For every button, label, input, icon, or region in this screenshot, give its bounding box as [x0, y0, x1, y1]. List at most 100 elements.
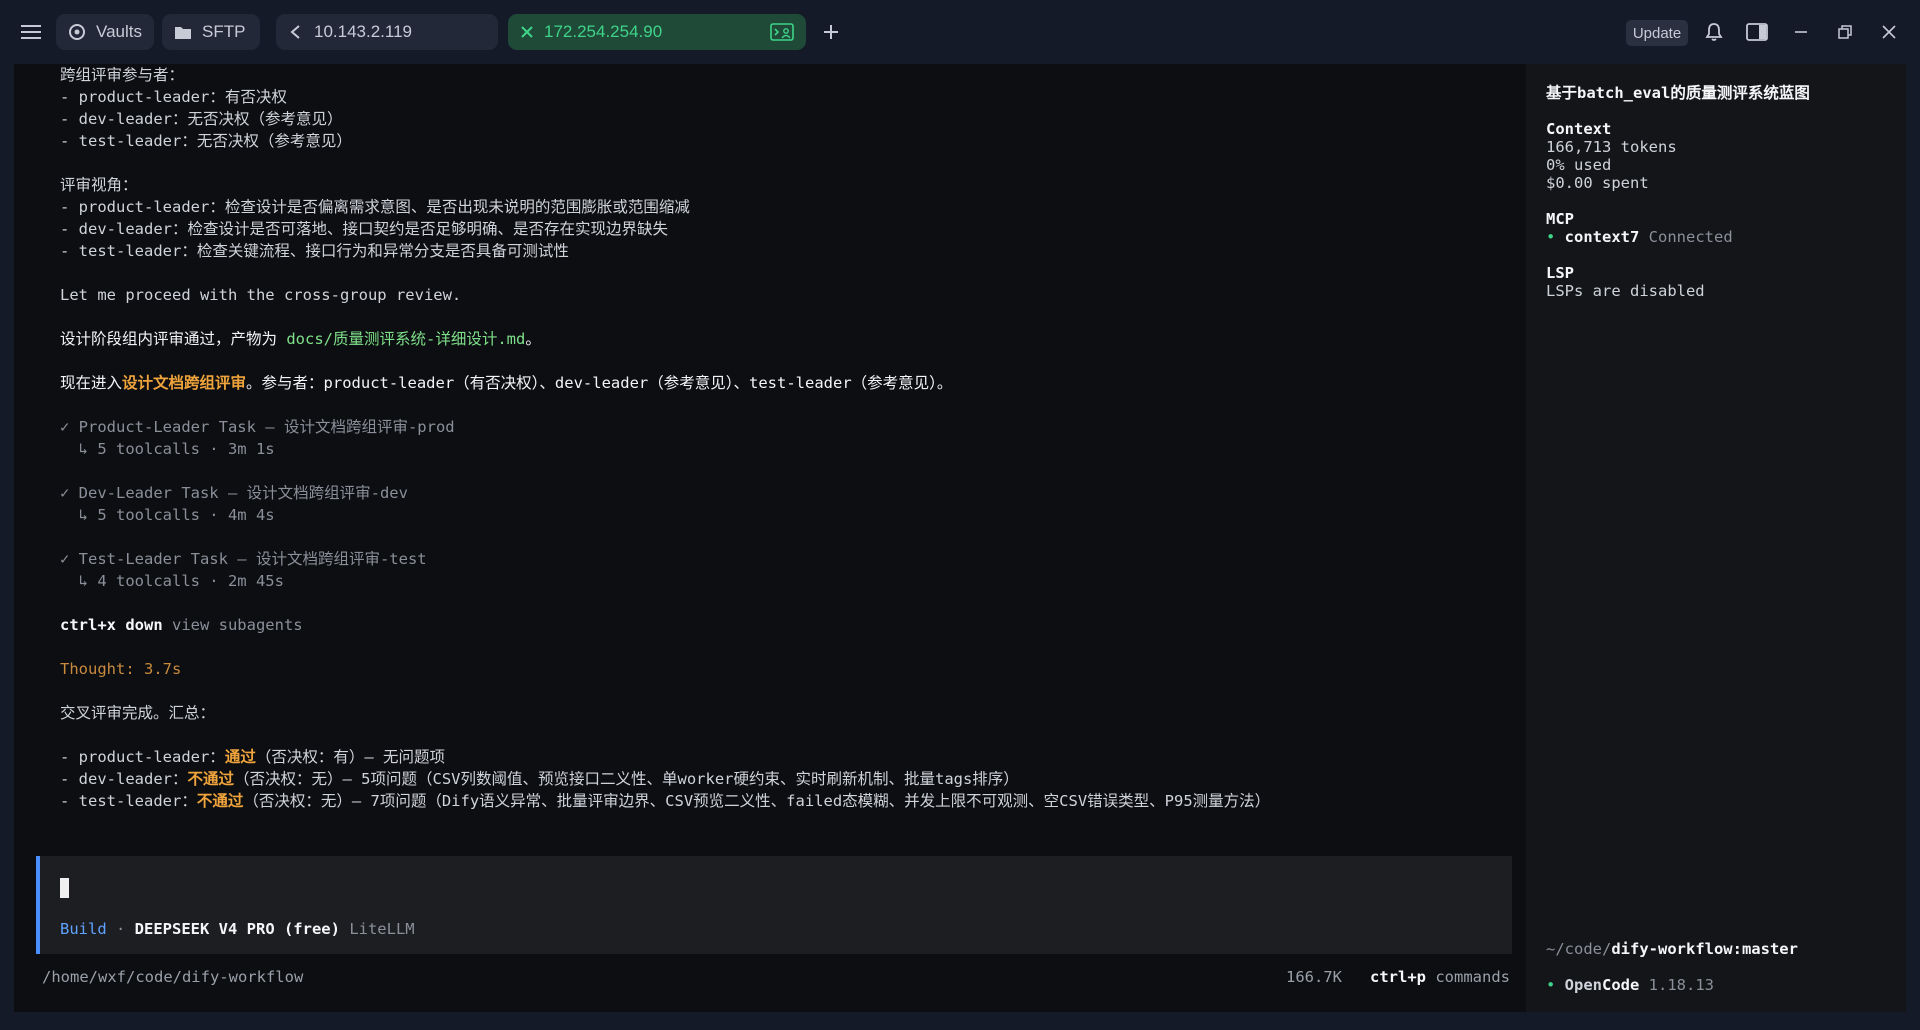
- working-directory: /home/wxf/code/dify-workflow: [42, 968, 304, 986]
- reviewer-role: - dev-leader: [60, 110, 172, 128]
- reviewer-desc: ：无否决权（参考意见）: [181, 132, 352, 150]
- update-button[interactable]: Update: [1626, 20, 1688, 46]
- result-detail: （否决权：无）— 5项问题（CSV列数阈值、预览接口二义性、单worker硬约束…: [234, 770, 1019, 788]
- tab-host-2[interactable]: 172.254.254.90: [508, 14, 806, 50]
- text-cursor: [60, 878, 69, 898]
- shortcut-key: ctrl+x down: [60, 616, 163, 634]
- tab-host-2-label: 172.254.254.90: [544, 22, 663, 41]
- close-window-icon[interactable]: [1877, 20, 1901, 44]
- tab-vaults-label: Vaults: [96, 22, 142, 41]
- separator: ·: [106, 920, 135, 938]
- top-bar: Vaults SFTP 10.143.2.119 172.254.254.90 …: [0, 0, 1920, 64]
- reviewer-line: - test-leader：无否决权（参考意见）: [60, 130, 352, 152]
- menu-icon[interactable]: [18, 20, 44, 44]
- repo-branch: dify-workflow:master: [1611, 940, 1798, 958]
- agent-mode[interactable]: Build: [60, 920, 107, 938]
- reviewer-line: - product-leader：有否决权: [60, 86, 287, 108]
- session-sidebar: 基于batch_eval的质量测评系统蓝图 Context 166,713 to…: [1526, 64, 1906, 1012]
- terminal-user-icon: [770, 23, 794, 46]
- version-number: 1.18.13: [1639, 976, 1714, 994]
- tab-sftp[interactable]: SFTP: [162, 14, 260, 50]
- provider-name: LiteLLM: [339, 920, 415, 938]
- passed-prefix: 设计阶段组内评审通过，产物为: [60, 330, 287, 348]
- minimize-icon[interactable]: [1789, 20, 1813, 44]
- folder-icon: [174, 25, 192, 40]
- reviewer-role: - test-leader: [60, 132, 182, 150]
- result-verdict: 通过: [224, 748, 256, 766]
- shortcut-desc: view subagents: [162, 616, 303, 634]
- task-detail: ↳ 4 toolcalls · 2m 45s: [60, 572, 284, 590]
- tab-vaults[interactable]: Vaults: [56, 14, 154, 50]
- vault-icon: [68, 23, 86, 41]
- model-name[interactable]: DEEPSEEK V4 PRO (free): [135, 920, 340, 938]
- result-line: - product-leader：通过（否决权：有）— 无问题项: [60, 746, 445, 768]
- task-detail: ↳ 5 toolcalls · 4m 4s: [60, 506, 275, 524]
- mcp-server-status: Connected: [1639, 228, 1733, 246]
- enter-review-message: 现在进入设计文档跨组评审。参与者：product-leader（有否决权）、de…: [60, 372, 952, 394]
- result-detail: （否决权：无）— 7项问题（Dify语义异常、批量评审边界、CSV预览二义性、f…: [243, 792, 1271, 810]
- restore-icon[interactable]: [1833, 20, 1857, 44]
- task-title[interactable]: ✓ Product-Leader Task — 设计文档跨组评审-prod: [60, 416, 455, 438]
- perspective-desc: ：检查设计是否可落地、接口契约是否足够明确、是否存在实现边界缺失: [171, 220, 668, 238]
- task-title[interactable]: ✓ Test-Leader Task — 设计文档跨组评审-test: [60, 548, 427, 570]
- tab-host-1-label: 10.143.2.119: [314, 22, 412, 41]
- app-name-open: Open: [1564, 976, 1602, 994]
- result-verdict: 不通过: [196, 792, 244, 810]
- split-view-icon[interactable]: [1744, 20, 1770, 44]
- passed-message: 设计阶段组内评审通过，产物为 docs/质量测评系统-详细设计.md。: [60, 328, 541, 350]
- passed-suffix: 。: [525, 330, 541, 348]
- mcp-server-item: • context7 Connected: [1546, 226, 1733, 248]
- reviewer-desc: ：无否决权（参考意见）: [171, 110, 343, 128]
- status-dot-icon: •: [1546, 976, 1565, 994]
- result-role: - dev-leader：: [60, 770, 188, 788]
- commands-key: ctrl+p: [1370, 968, 1426, 986]
- result-role: - product-leader：: [60, 748, 225, 766]
- enter-prefix: 现在进入: [60, 374, 123, 392]
- path-prefix: ~/code/: [1546, 940, 1612, 958]
- proceed-message: Let me proceed with the cross-group revi…: [60, 286, 462, 304]
- reviewer-desc: ：有否决权: [209, 88, 287, 106]
- result-detail: （否决权：有）— 无问题项: [255, 748, 445, 766]
- perspective-line: - product-leader：检查设计是否偏离需求意图、是否出现未说明的范围…: [60, 196, 690, 218]
- enter-suffix: 。参与者：product-leader（有否决权）、dev-leader（参考意…: [246, 374, 953, 392]
- perspective-role: - product-leader: [60, 198, 210, 216]
- token-count: 166.7K: [1286, 968, 1342, 986]
- result-role: - test-leader：: [60, 792, 197, 810]
- mcp-server-name: context7: [1564, 228, 1640, 246]
- app-version: • OpenCode 1.18.13: [1546, 974, 1714, 996]
- enter-highlight: 设计文档跨组评审: [122, 374, 247, 392]
- terminal-window[interactable]: 跨组评审参与者： - product-leader：有否决权 - dev-lea…: [14, 64, 1906, 1012]
- perspective-role: - test-leader: [60, 242, 182, 260]
- reviewer-role: - product-leader: [60, 88, 210, 106]
- perspective-line: - dev-leader：检查设计是否可落地、接口契约是否足够明确、是否存在实现…: [60, 218, 668, 240]
- prompt-input[interactable]: Build · DEEPSEEK V4 PRO (free) LiteLLM: [36, 856, 1512, 954]
- reviewer-line: - dev-leader：无否决权（参考意见）: [60, 108, 343, 130]
- commands-label: commands: [1426, 968, 1510, 986]
- bell-icon[interactable]: [1702, 20, 1726, 44]
- status-right: 166.7K ctrl+p commands: [1286, 968, 1510, 986]
- shortcut-hint: ctrl+x down view subagents: [60, 614, 303, 636]
- task-title[interactable]: ✓ Dev-Leader Task — 设计文档跨组评审-dev: [60, 482, 408, 504]
- model-info: Build · DEEPSEEK V4 PRO (free) LiteLLM: [60, 920, 415, 938]
- task-detail: ↳ 5 toolcalls · 3m 1s: [60, 440, 275, 458]
- repo-path: ~/code/dify-workflow:master: [1546, 938, 1798, 960]
- result-verdict: 不通过: [187, 770, 234, 788]
- status-dot-icon: •: [1546, 228, 1565, 246]
- perspective-title: 评审视角：: [60, 176, 138, 194]
- perspective-role: - dev-leader: [60, 220, 172, 238]
- chat-transcript[interactable]: 跨组评审参与者： - product-leader：有否决权 - dev-lea…: [14, 64, 1526, 1012]
- tab-host-1[interactable]: 10.143.2.119: [276, 14, 498, 50]
- perspective-line: - test-leader：检查关键流程、接口行为和异常分支是否具备可测试性: [60, 240, 569, 262]
- context-spent: $0.00 spent: [1546, 174, 1649, 192]
- result-line: - test-leader：不通过（否决权：无）— 7项问题（Dify语义异常、…: [60, 790, 1270, 812]
- app-name-code: Code: [1602, 976, 1640, 994]
- lsp-status: LSPs are disabled: [1546, 282, 1705, 300]
- add-tab-icon[interactable]: [818, 20, 844, 44]
- thought-duration[interactable]: Thought: 3.7s: [60, 658, 181, 680]
- connection-icon: [288, 24, 304, 40]
- design-doc-link[interactable]: docs/质量测评系统-详细设计.md: [286, 330, 525, 348]
- perspective-desc: ：检查设计是否偏离需求意图、是否出现未说明的范围膨胀或范围缩减: [209, 198, 690, 216]
- perspective-desc: ：检查关键流程、接口行为和异常分支是否具备可测试性: [181, 242, 569, 260]
- close-tab-icon[interactable]: [520, 25, 534, 39]
- session-title: 基于batch_eval的质量测评系统蓝图: [1546, 84, 1810, 102]
